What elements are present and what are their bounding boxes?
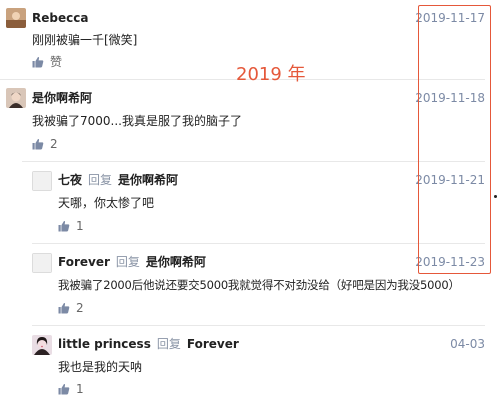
thumbs-up-icon [58, 383, 70, 395]
year-annotation: 2019 年 [236, 64, 306, 85]
annotation-dot [494, 195, 497, 198]
avatar[interactable] [32, 335, 52, 355]
comment-thread: Rebecca 2019-11-17 刚刚被骗一千[微笑] 赞 是你啊希阿 20… [0, 0, 499, 400]
thumbs-up-icon [32, 138, 44, 150]
avatar[interactable] [6, 88, 26, 108]
comment-date: 04-03 [450, 337, 485, 351]
like-button[interactable]: 2 [58, 300, 84, 316]
reply-target[interactable]: Forever [187, 337, 239, 351]
reply-label: 回复 [156, 337, 181, 351]
comment-text: 我被骗了7000...我真是服了我的脑子了 [32, 114, 242, 128]
like-count: 1 [76, 219, 84, 233]
avatar[interactable] [32, 253, 52, 273]
like-label: 赞 [50, 55, 63, 69]
reply-label: 回复 [88, 173, 113, 187]
date-highlight-frame [418, 5, 491, 274]
thumbs-up-icon [58, 220, 70, 232]
comment-author: little princess 回复 Forever [58, 336, 239, 352]
reply-author[interactable]: little princess [58, 337, 151, 351]
comment-author: 七夜 回复 是你啊希阿 [58, 172, 178, 188]
like-count: 2 [76, 301, 84, 315]
avatar[interactable] [6, 8, 26, 28]
comment-author[interactable]: Rebecca [32, 10, 88, 26]
like-count: 2 [50, 137, 58, 151]
like-button[interactable]: 赞 [32, 54, 62, 70]
avatar[interactable] [32, 171, 52, 191]
like-count: 1 [76, 382, 84, 396]
reply-author[interactable]: Forever [58, 255, 110, 269]
reply-target[interactable]: 是你啊希阿 [146, 255, 206, 269]
thumbs-up-icon [58, 302, 70, 314]
reply-label: 回复 [115, 255, 140, 269]
comment-author[interactable]: 是你啊希阿 [32, 90, 92, 106]
like-button[interactable]: 2 [32, 136, 58, 152]
comment-text: 我也是我的天呐 [58, 360, 143, 374]
comment-text: 我被骗了2000后他说还要交5000我就觉得不对劲没给（好吧是因为我没5000） [58, 278, 460, 292]
like-button[interactable]: 1 [58, 381, 84, 397]
separator [32, 325, 485, 326]
reply-author[interactable]: 七夜 [58, 173, 82, 187]
thumbs-up-icon [32, 56, 44, 68]
comment-text: 天哪，你太惨了吧 [58, 196, 155, 210]
comment-text: 刚刚被骗一千[微笑] [32, 33, 138, 47]
like-button[interactable]: 1 [58, 218, 84, 234]
comment-author: Forever 回复 是你啊希阿 [58, 254, 206, 270]
reply-target[interactable]: 是你啊希阿 [118, 173, 178, 187]
separator [22, 161, 485, 162]
